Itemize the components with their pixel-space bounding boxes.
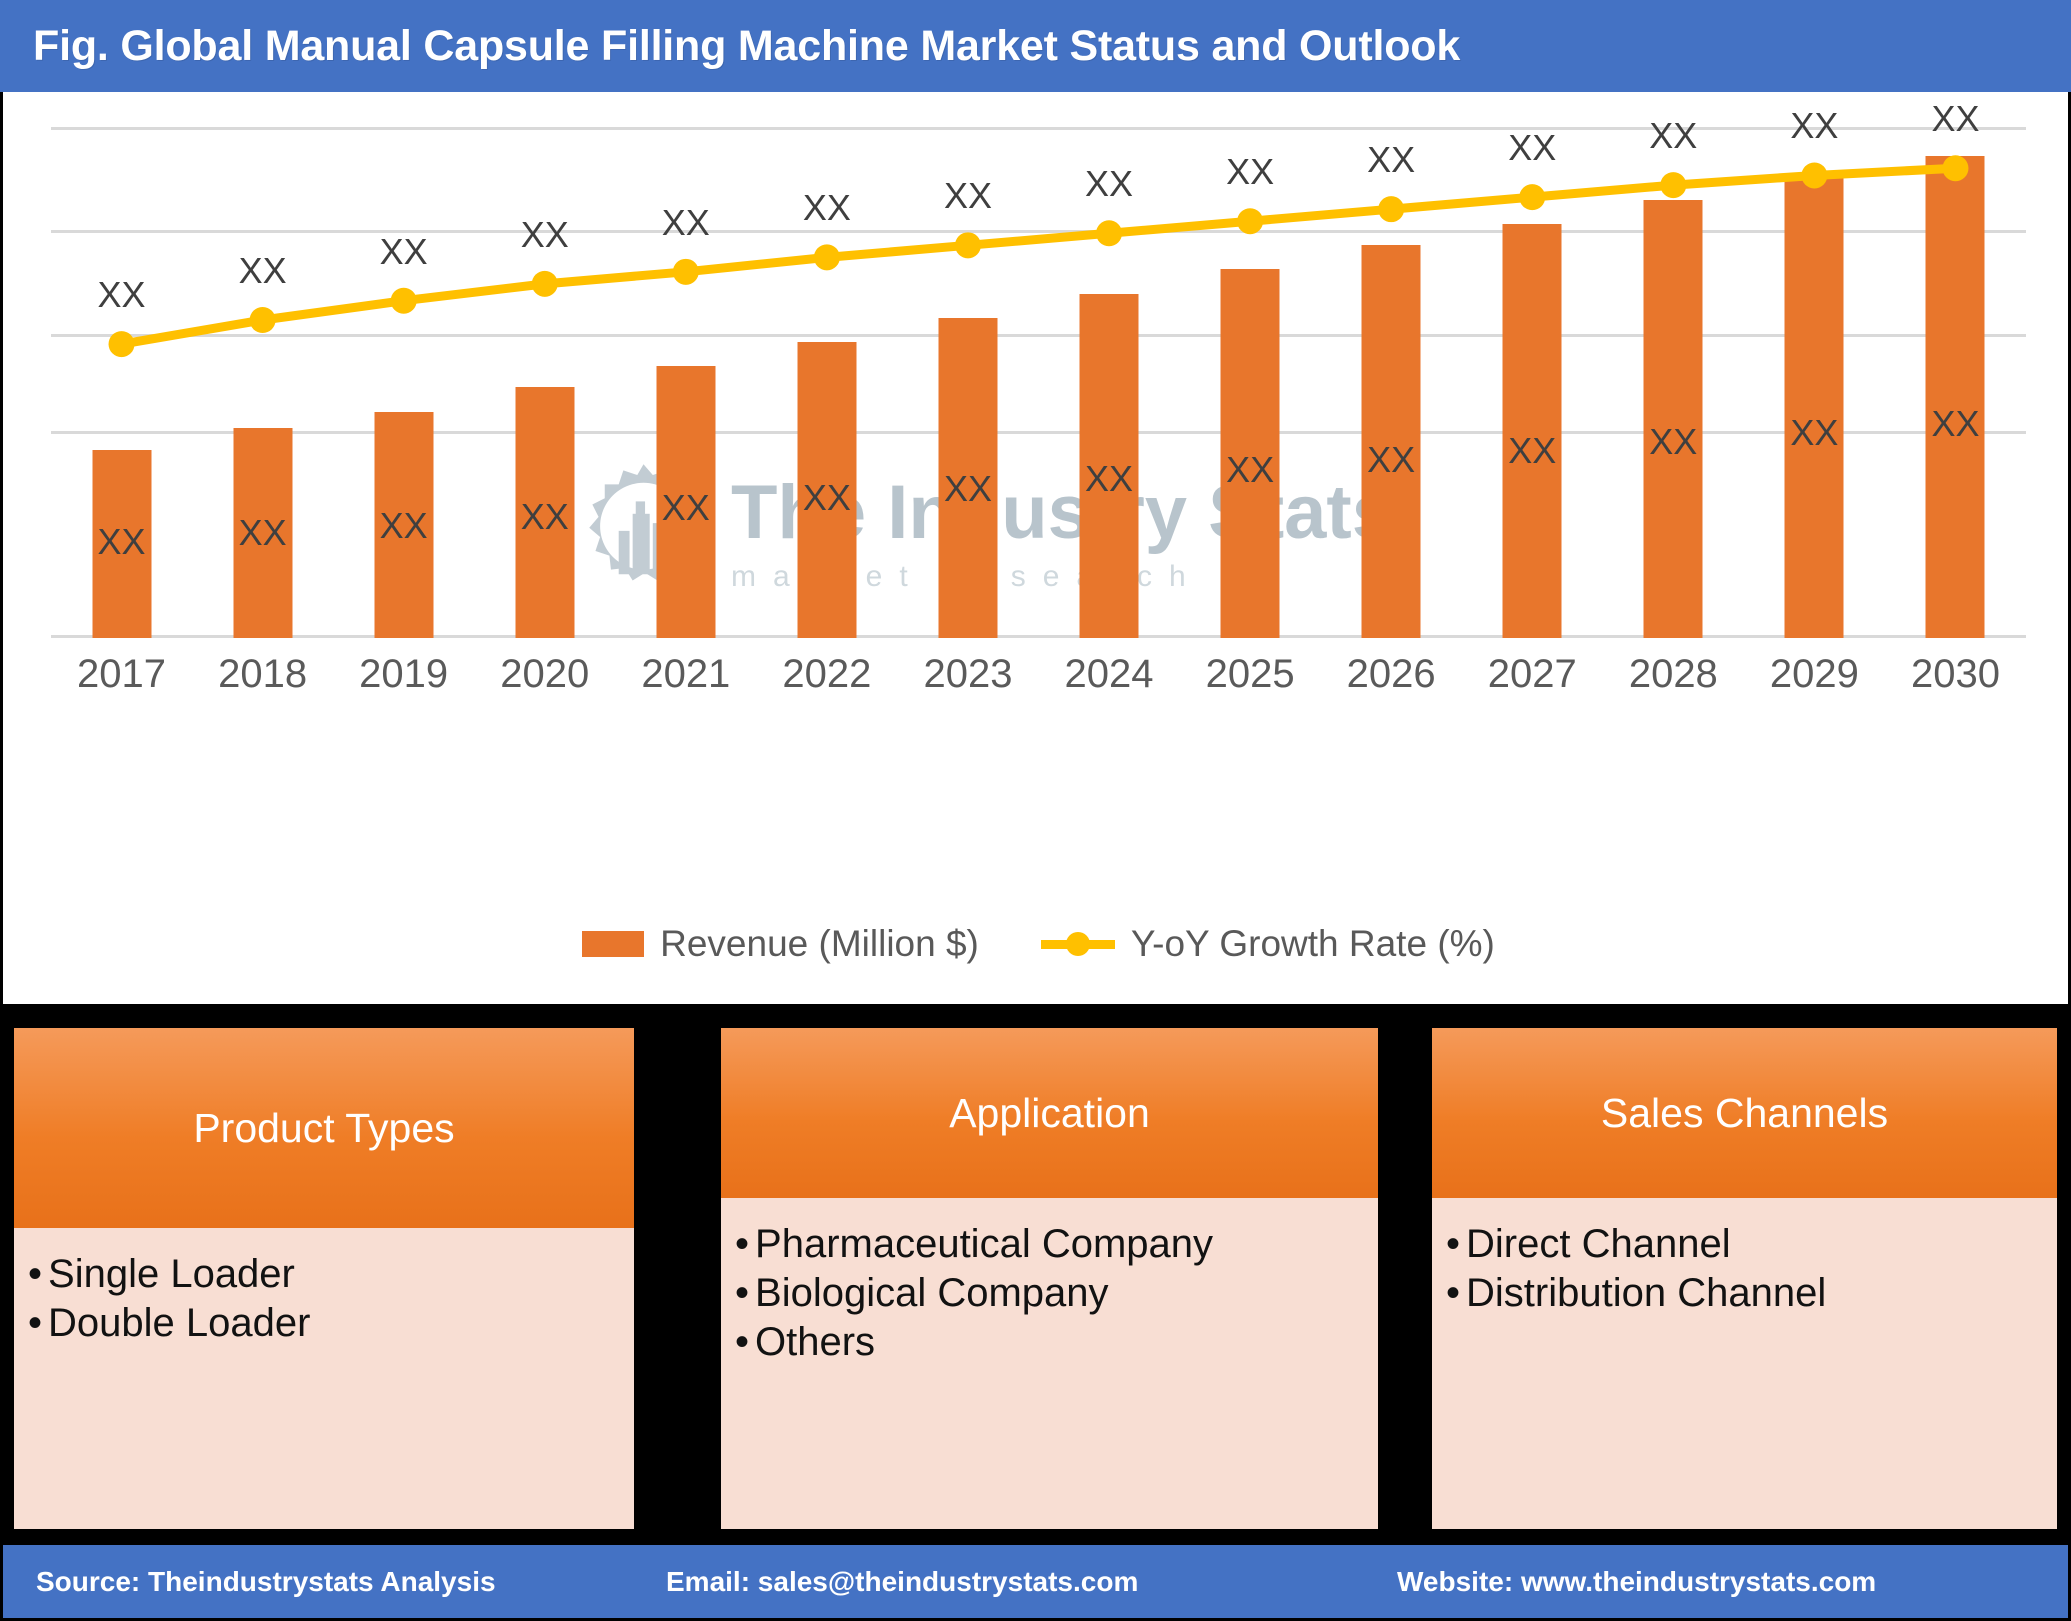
card-body: • Pharmaceutical Company • Biological Comp… [721, 1198, 1378, 1529]
card-product-types: Product Types • Single Loader • Double Loa… [14, 1028, 634, 1529]
x-axis-tick-label: 2021 [641, 652, 731, 696]
card-application: Application • Pharmaceutical Company • Bio… [721, 1028, 1378, 1529]
x-axis-tick-label: 2018 [218, 652, 308, 696]
x-axis-tick-label: 2020 [500, 652, 590, 696]
chart-legend: Revenue (Million $) Y-oY Growth Rate (%) [3, 914, 2071, 974]
list-item: • Double Loader [28, 1299, 634, 1348]
bullet-dot-icon: • [735, 1222, 750, 1266]
card-header: Sales Channels [1432, 1028, 2057, 1198]
legend-swatch-icon [582, 931, 645, 957]
line-value-label: XX [520, 213, 569, 255]
card-title: Application [949, 1089, 1150, 1136]
card-title: Product Types [193, 1104, 455, 1151]
list-item: • Biological Company [735, 1269, 1378, 1318]
line-value-label: XX [238, 250, 287, 291]
bullet-dot-icon: • [735, 1270, 750, 1315]
footer-email: Email: sales@theindustrystats.com [666, 1565, 1139, 1597]
legend-label: Y-oY Growth Rate (%) [1130, 923, 1495, 964]
list-item-label: Single Loader [48, 1252, 295, 1296]
card-header: Application [721, 1028, 1378, 1198]
figure-root: Fig. Global Manual Capsule Filling Machi… [0, 0, 2071, 1621]
list-item: • Pharmaceutical Company [735, 1220, 1378, 1269]
bullet-dot-icon: • [28, 1252, 43, 1296]
line-point-labels: XX XX XX XX XX XX XX XX XX XX XX XX XX XX [51, 98, 2026, 638]
list-item-label: Biological Company [755, 1270, 1109, 1315]
legend-item-growth-rate: Y-oY Growth Rate (%) [1040, 923, 1495, 965]
card-header: Product Types [14, 1028, 634, 1228]
legend-item-revenue: Revenue (Million $) [582, 923, 979, 965]
x-axis: 2017 2018 2019 2020 2021 2022 2023 2024 2025 2026… [51, 652, 2026, 712]
card-sales-channels: Sales Channels • Direct Channel • Distribu… [1432, 1028, 2057, 1529]
segments-section: Product Types • Single Loader • Double Loa… [0, 1004, 2071, 1545]
x-axis-tick-label: 2019 [359, 652, 449, 696]
list-item-label: Others [755, 1319, 876, 1364]
list-item-label: Pharmaceutical Company [755, 1222, 1214, 1266]
chart-panel: The Industry Stats market research XXXXX… [0, 92, 2071, 1004]
card-body: • Direct Channel • Distribution Channel [1432, 1198, 2057, 1529]
x-axis-tick-label: 2028 [1628, 652, 1718, 696]
x-axis-tick-label: 2017 [77, 652, 167, 696]
line-value-label: XX [1085, 163, 1134, 205]
footer-bar: Source: Theindustrystats Analysis Email:… [0, 1545, 2071, 1621]
x-axis-tick-label: 2024 [1064, 652, 1154, 696]
line-value-label: XX [1649, 115, 1698, 157]
line-value-label: XX [97, 274, 146, 316]
list-item: • Distribution Channel [1446, 1269, 2057, 1318]
x-axis-tick-label: 2026 [1346, 652, 1436, 696]
x-axis-tick-label: 2030 [1910, 652, 2000, 696]
bullet-dot-icon: • [1446, 1270, 1461, 1315]
line-value-label: XX [1367, 139, 1416, 181]
page-title: Fig. Global Manual Capsule Filling Machi… [33, 21, 1461, 70]
list-item: • Others [735, 1318, 1378, 1367]
list-item-label: Distribution Channel [1466, 1270, 1827, 1315]
x-axis-tick-label: 2029 [1769, 652, 1859, 696]
legend-line-marker-icon [1040, 931, 1115, 957]
plot-area: The Industry Stats market research XXXXX… [51, 98, 2026, 638]
card-title: Sales Channels [1600, 1089, 1889, 1136]
legend-label: Revenue (Million $) [660, 923, 979, 964]
bullet-dot-icon: • [735, 1319, 750, 1364]
line-value-label: XX [1931, 98, 1980, 140]
x-axis-tick-label: 2025 [1205, 652, 1295, 696]
line-value-label: XX [1226, 151, 1275, 193]
line-value-label: XX [661, 201, 710, 243]
list-item: • Direct Channel [1446, 1220, 2057, 1269]
x-axis-tick-label: 2023 [923, 652, 1013, 696]
footer-source: Source: Theindustrystats Analysis [36, 1565, 496, 1597]
line-value-label: XX [379, 230, 428, 272]
list-item-label: Direct Channel [1466, 1222, 1731, 1266]
line-value-label: XX [943, 175, 992, 217]
footer-website: Website: www.theindustrystats.com [1397, 1565, 1877, 1597]
line-value-label: XX [802, 187, 851, 229]
x-axis-tick-label: 2022 [782, 652, 872, 696]
line-value-label: XX [1790, 105, 1839, 147]
title-bar: Fig. Global Manual Capsule Filling Machi… [0, 0, 2071, 92]
bullet-dot-icon: • [28, 1300, 43, 1345]
list-item-label: Double Loader [48, 1300, 311, 1345]
x-axis-tick-label: 2027 [1487, 652, 1577, 696]
card-body: • Single Loader • Double Loader [14, 1228, 634, 1529]
list-item: • Single Loader [28, 1250, 634, 1299]
bullet-dot-icon: • [1446, 1222, 1461, 1266]
line-value-label: XX [1508, 127, 1557, 169]
